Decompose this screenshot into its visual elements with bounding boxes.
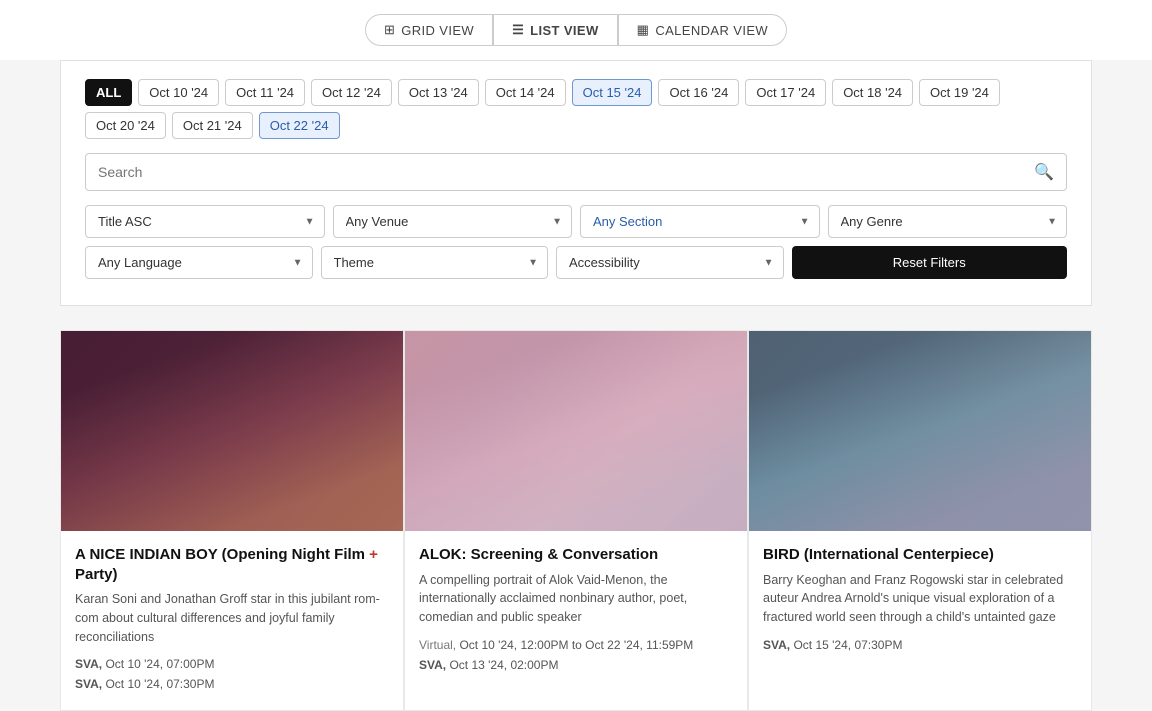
theme-filter[interactable]: Theme [321, 246, 549, 279]
list-icon: ☰ [512, 22, 524, 38]
accessibility-filter-wrapper: Accessibility [556, 246, 784, 279]
card-3-content: BIRD (International Centerpiece) Barry K… [749, 531, 1091, 671]
date-tab-oct10[interactable]: Oct 10 '24 [138, 79, 219, 106]
filter-row-1: Title ASC Title DESC Date ASC Date DESC … [85, 205, 1067, 238]
date-tab-oct19[interactable]: Oct 19 '24 [919, 79, 1000, 106]
venue-filter[interactable]: Any Venue [333, 205, 573, 238]
list-view-label: LIST VIEW [530, 23, 599, 38]
language-filter[interactable]: Any Language [85, 246, 313, 279]
calendar-icon: ▦ [637, 22, 650, 38]
search-input[interactable] [98, 164, 1034, 180]
section-filter[interactable]: Any Section [580, 205, 820, 238]
date-tab-all[interactable]: ALL [85, 79, 132, 106]
search-bar: 🔍 [85, 153, 1067, 191]
calendar-view-label: CALENDAR VIEW [655, 23, 768, 38]
card-2-image [405, 331, 747, 531]
card-1-meta-2: SVA, Oct 10 '24, 07:30PM [75, 676, 389, 693]
theme-filter-wrapper: Theme [321, 246, 549, 279]
cards-grid: A NICE INDIAN BOY (Opening Night Film + … [60, 330, 1092, 711]
date-tab-oct21[interactable]: Oct 21 '24 [172, 112, 253, 139]
card-2-title: ALOK: Screening & Conversation [419, 545, 733, 565]
date-tab-oct15[interactable]: Oct 15 '24 [572, 79, 653, 106]
date-tab-oct11[interactable]: Oct 11 '24 [225, 79, 305, 106]
date-tab-oct14[interactable]: Oct 14 '24 [485, 79, 566, 106]
card-3-meta-1: SVA, Oct 15 '24, 07:30PM [763, 637, 1077, 654]
card-3-description: Barry Keoghan and Franz Rogowski star in… [763, 571, 1077, 627]
card-1-content: A NICE INDIAN BOY (Opening Night Film + … [61, 531, 403, 710]
sort-filter-wrapper: Title ASC Title DESC Date ASC Date DESC [85, 205, 325, 238]
card-2-content: ALOK: Screening & Conversation A compell… [405, 531, 747, 690]
card-1-image [61, 331, 403, 531]
date-tab-oct12[interactable]: Oct 12 '24 [311, 79, 392, 106]
reset-filters-button[interactable]: Reset Filters [792, 246, 1068, 279]
card-1[interactable]: A NICE INDIAN BOY (Opening Night Film + … [60, 330, 404, 711]
date-tab-oct20[interactable]: Oct 20 '24 [85, 112, 166, 139]
filter-row-2: Any Language Theme Accessibility Reset F… [85, 246, 1067, 279]
card-3-image [749, 331, 1091, 531]
language-filter-wrapper: Any Language [85, 246, 313, 279]
search-icon: 🔍 [1034, 162, 1054, 182]
date-tab-oct22[interactable]: Oct 22 '24 [259, 112, 340, 139]
card-3[interactable]: BIRD (International Centerpiece) Barry K… [748, 330, 1092, 711]
sort-filter[interactable]: Title ASC Title DESC Date ASC Date DESC [85, 205, 325, 238]
card-2[interactable]: ALOK: Screening & Conversation A compell… [404, 330, 748, 711]
genre-filter[interactable]: Any Genre [828, 205, 1068, 238]
grid-view-label: GRID VIEW [401, 23, 474, 38]
card-2-description: A compelling portrait of Alok Vaid-Menon… [419, 571, 733, 627]
date-tab-oct18[interactable]: Oct 18 '24 [832, 79, 913, 106]
card-2-meta-2: SVA, Oct 13 '24, 02:00PM [419, 657, 733, 674]
card-2-meta-1: Virtual, Oct 10 '24, 12:00PM to Oct 22 '… [419, 637, 733, 654]
date-tab-oct17[interactable]: Oct 17 '24 [745, 79, 826, 106]
list-view-button[interactable]: ☰ LIST VIEW [493, 14, 618, 46]
grid-icon: ⊞ [384, 22, 395, 38]
venue-filter-wrapper: Any Venue [333, 205, 573, 238]
date-tab-oct13[interactable]: Oct 13 '24 [398, 79, 479, 106]
calendar-view-button[interactable]: ▦ CALENDAR VIEW [618, 14, 787, 46]
grid-view-button[interactable]: ⊞ GRID VIEW [365, 14, 493, 46]
date-tabs: ALL Oct 10 '24 Oct 11 '24 Oct 12 '24 Oct… [85, 79, 1067, 139]
view-toggle: ⊞ GRID VIEW ☰ LIST VIEW ▦ CALENDAR VIEW [0, 0, 1152, 60]
card-1-description: Karan Soni and Jonathan Groff star in th… [75, 590, 389, 646]
accessibility-filter[interactable]: Accessibility [556, 246, 784, 279]
date-tab-oct16[interactable]: Oct 16 '24 [658, 79, 739, 106]
section-filter-wrapper: Any Section [580, 205, 820, 238]
card-1-title: A NICE INDIAN BOY (Opening Night Film + … [75, 545, 389, 584]
card-3-title: BIRD (International Centerpiece) [763, 545, 1077, 565]
card-1-meta-1: SVA, Oct 10 '24, 07:00PM [75, 656, 389, 673]
filters-container: ALL Oct 10 '24 Oct 11 '24 Oct 12 '24 Oct… [60, 60, 1092, 306]
genre-filter-wrapper: Any Genre [828, 205, 1068, 238]
